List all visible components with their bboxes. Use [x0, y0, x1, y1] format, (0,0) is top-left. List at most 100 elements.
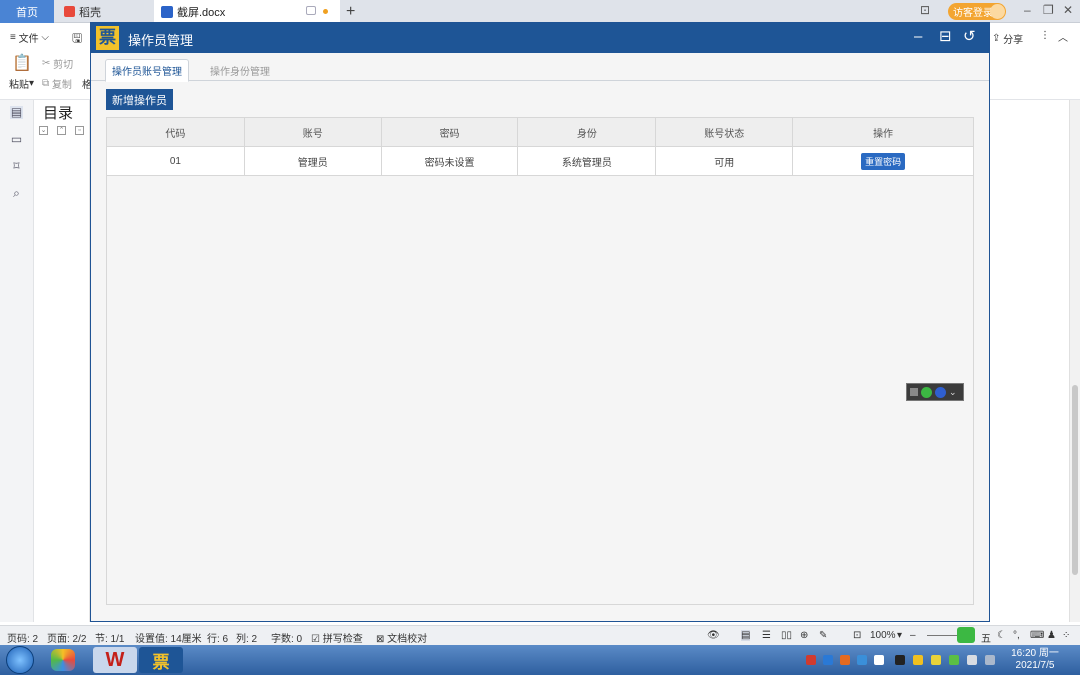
sogou-icon[interactable] — [921, 386, 932, 398]
app-maximize-icon[interactable]: ⊟ — [939, 28, 952, 46]
status-bar: 页码: 2 页面: 2/2 节: 1/1 设置值: 14厘米 行: 6 列: 2… — [0, 625, 1080, 645]
sogou-s-icon[interactable] — [957, 627, 975, 643]
tray-app-icon[interactable] — [840, 655, 850, 665]
collapse-ribbon-icon[interactable]: ︿ — [1058, 29, 1068, 44]
photos-app-icon[interactable] — [41, 647, 85, 673]
paste-label: 粘贴 — [9, 80, 29, 91]
help-icon[interactable] — [935, 386, 946, 398]
spell-check-label: 拼写检查 — [322, 634, 363, 645]
moon-icon[interactable]: ☾ — [997, 630, 1006, 641]
invoice-app-icon[interactable]: 票 — [139, 647, 183, 673]
zoom-out-icon[interactable]: – — [910, 630, 916, 641]
network-icon[interactable] — [985, 655, 995, 665]
guest-login-button[interactable]: 访客登录 — [948, 3, 1006, 20]
pen-icon[interactable]: ✎ — [819, 630, 827, 641]
copy-label: 复制 — [51, 80, 72, 91]
layout-icon[interactable]: ⊡ — [920, 3, 930, 17]
save-icon[interactable]: 🖫 — [72, 29, 82, 50]
ime-toolbar[interactable]: ⌄ — [906, 383, 964, 401]
soft-keyboard-icon[interactable]: ⌨ — [1030, 630, 1044, 641]
tray-tool-icon[interactable] — [895, 655, 905, 665]
tray-browser-icon[interactable] — [823, 655, 833, 665]
tab-home[interactable]: 首页 — [0, 0, 54, 23]
user-icon[interactable]: ♟ — [1047, 630, 1056, 641]
tray-sync-icon[interactable] — [857, 655, 867, 665]
app-minimize-icon[interactable]: – — [914, 28, 922, 46]
add-operator-button[interactable]: 新增操作员 — [106, 89, 173, 110]
toc-panel: 目录 ⌄ ⌃ ▫ — [34, 100, 90, 622]
share-button[interactable]: ⇪ 分享 — [992, 31, 1023, 46]
document-area — [990, 100, 1080, 622]
tray-network-app-icon[interactable] — [949, 655, 959, 665]
tab-home-label: 首页 — [16, 6, 38, 19]
start-button[interactable] — [6, 646, 34, 674]
expand-icon[interactable]: ⌄ — [39, 126, 48, 135]
bookmark-icon[interactable]: ⌑ — [10, 160, 23, 173]
tray-ime-icon[interactable] — [874, 655, 884, 665]
cell-account: 管理员 — [243, 146, 382, 176]
paste-icon[interactable]: 📋 — [12, 53, 32, 73]
zoom-slider[interactable] — [927, 635, 957, 636]
tab-document[interactable]: 截屏.docx — [154, 0, 340, 23]
collapse-icon[interactable]: ⌃ — [57, 126, 66, 135]
proofread-label: 文档校对 — [387, 634, 428, 645]
proofread-button[interactable]: ⊠ 文档校对 — [376, 630, 427, 645]
fit-icon[interactable]: ⊡ — [853, 630, 861, 641]
file-menu[interactable]: ≡ 文件 ⌵ — [10, 30, 49, 45]
copy-button[interactable]: ⧉ 复制 — [42, 76, 72, 91]
comment-icon[interactable] — [306, 6, 316, 15]
eye-icon[interactable]: 👁 — [707, 630, 720, 641]
tray-security-icon[interactable] — [931, 655, 941, 665]
header-code: 代码 — [106, 117, 245, 147]
unsaved-dot-icon — [323, 9, 328, 14]
share-label: 分享 — [1003, 35, 1024, 46]
outline-icon[interactable]: ▤ — [10, 106, 23, 119]
vertical-scrollbar[interactable] — [1069, 100, 1080, 622]
status-row: 行: 6 — [207, 634, 229, 645]
table-header-row: 代码 账号 密码 身份 账号状态 操作 — [106, 117, 974, 147]
more-icon[interactable]: ⋮ — [1040, 30, 1050, 41]
cell-password: 密码未设置 — [380, 146, 519, 176]
restore-icon[interactable]: ❐ — [1043, 3, 1054, 17]
tab-operator-roles[interactable]: 操作身份管理 — [199, 59, 281, 82]
volume-icon[interactable] — [967, 655, 977, 665]
tray-key-icon[interactable] — [913, 655, 923, 665]
reset-password-button[interactable]: 重置密码 — [861, 152, 906, 170]
app-title: 操作员管理 — [128, 33, 194, 48]
zoom-dropdown-icon[interactable]: ▾ — [897, 630, 902, 641]
header-role: 身份 — [517, 117, 657, 147]
grid-icon[interactable]: ⁘ — [1062, 630, 1070, 641]
header-status: 账号状态 — [655, 117, 794, 147]
tray-wps-icon[interactable] — [806, 655, 816, 665]
folder-icon[interactable]: ▭ — [10, 133, 23, 146]
left-nav-rail: ▤ ▭ ⌑ ⌕ — [0, 100, 34, 622]
toc-option-icon[interactable]: ▫ — [75, 126, 84, 135]
app-back-icon[interactable]: ↺ — [963, 28, 976, 46]
outline-view-icon[interactable]: ☰ — [762, 630, 771, 641]
keyboard-icon[interactable] — [910, 388, 918, 396]
ime-more-icon[interactable]: ⌄ — [949, 387, 957, 398]
cell-code: 01 — [106, 146, 245, 176]
tab-docer[interactable]: 稻壳 — [58, 0, 153, 23]
new-tab-button[interactable]: + — [346, 0, 360, 23]
minimize-icon[interactable]: – — [1024, 3, 1031, 17]
cell-role: 系统管理员 — [517, 146, 657, 176]
tab-document-label: 截屏.docx — [177, 6, 226, 19]
cut-button[interactable]: ✂ 剪切 — [42, 56, 73, 71]
reading-view-icon[interactable]: ▯▯ — [781, 630, 792, 641]
search-icon[interactable]: ⌕ — [10, 187, 23, 200]
page-view-icon[interactable]: ▤ — [741, 630, 751, 641]
tab-operator-accounts[interactable]: 操作员账号管理 — [105, 59, 189, 82]
scrollbar-thumb[interactable] — [1072, 385, 1078, 575]
status-pages: 页面: 2/2 — [47, 634, 87, 645]
ime-wubi-icon[interactable]: 五 — [981, 630, 991, 645]
web-view-icon[interactable]: ⊕ — [800, 630, 808, 641]
close-icon[interactable]: ✕ — [1063, 3, 1073, 17]
paste-button[interactable]: 粘贴 ▾ — [9, 76, 34, 91]
punct-icon[interactable]: °, — [1013, 630, 1020, 641]
table-row[interactable]: 01 管理员 密码未设置 系统管理员 可用 重置密码 — [106, 146, 974, 176]
clock[interactable]: 16:20 周一 2021/7/5 — [1010, 648, 1060, 672]
wps-app-icon[interactable]: W — [93, 647, 137, 673]
spell-check-button[interactable]: ☑ 拼写检查 — [311, 630, 363, 645]
zoom-level[interactable]: 100% — [870, 630, 896, 641]
